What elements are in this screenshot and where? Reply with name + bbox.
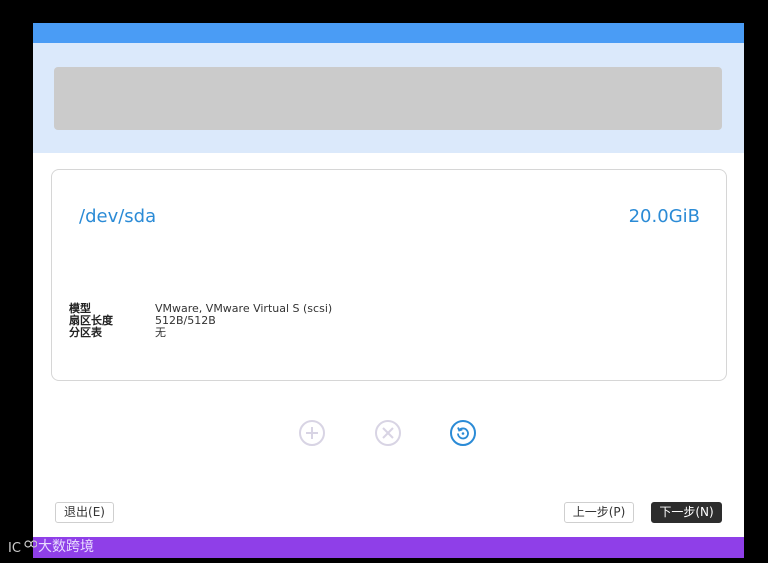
info-label: 分区表 xyxy=(69,326,102,339)
previous-step-button[interactable]: 上一步(P) xyxy=(564,502,634,523)
info-row-partition-table: 分区表 无 xyxy=(69,327,332,339)
info-value: 无 xyxy=(155,326,166,339)
watermark-text: 大数跨境 xyxy=(38,539,94,555)
disk-size: 20.0GiB xyxy=(628,206,700,227)
refresh-icon xyxy=(457,427,469,440)
disk-info-table: 模型 VMware, VMware Virtual S (scsi) 扇区长度 … xyxy=(69,303,332,339)
header-placeholder xyxy=(54,67,722,130)
add-partition-button[interactable] xyxy=(299,420,325,446)
title-bar xyxy=(33,23,744,43)
installer-window: /dev/sda 20.0GiB 模型 VMware, VMware Virtu… xyxy=(33,23,744,558)
svg-text:IC: IC xyxy=(8,541,21,556)
revert-button[interactable] xyxy=(450,420,476,446)
header-band xyxy=(33,43,744,153)
next-step-button[interactable]: 下一步(N) xyxy=(651,502,722,523)
disk-path: /dev/sda xyxy=(79,206,157,227)
disk-card[interactable]: /dev/sda 20.0GiB 模型 VMware, VMware Virtu… xyxy=(51,169,727,381)
watermark-logo-icon: IC xyxy=(8,540,37,556)
info-row-sector-size: 扇区长度 512B/512B xyxy=(69,315,332,327)
bottom-bar xyxy=(33,537,744,558)
quit-button[interactable]: 退出(E) xyxy=(55,502,114,523)
plus-icon xyxy=(306,427,318,439)
close-icon xyxy=(382,427,394,439)
delete-partition-button[interactable] xyxy=(375,420,401,446)
